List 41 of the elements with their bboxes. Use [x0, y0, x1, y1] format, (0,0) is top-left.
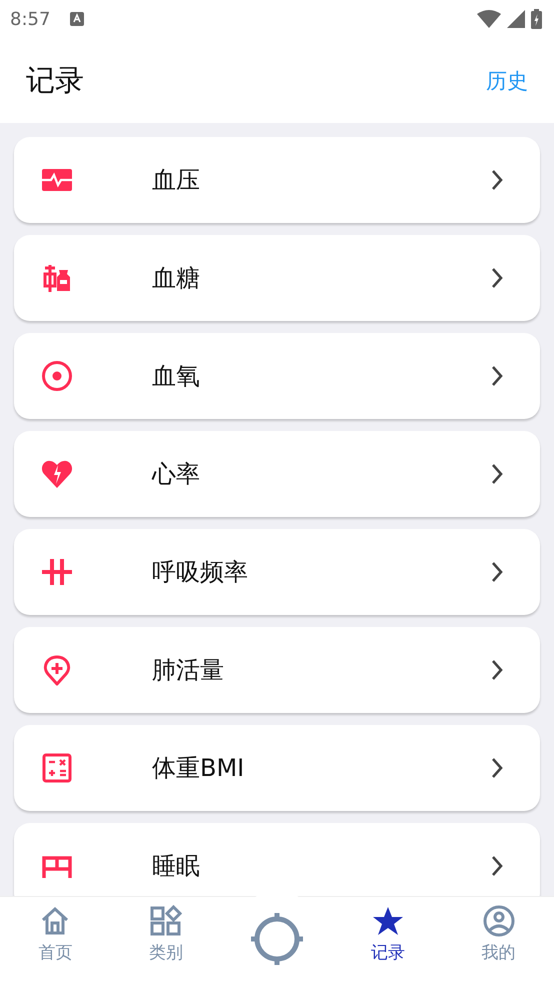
calc-icon — [41, 752, 73, 784]
chevron-right-icon — [490, 756, 504, 780]
signal-icon — [507, 10, 525, 28]
chevron-right-icon — [490, 560, 504, 584]
record-card[interactable]: 呼吸频率 — [14, 529, 540, 615]
record-card[interactable]: 肺活量 — [14, 627, 540, 713]
wifi-icon — [477, 10, 501, 28]
chevron-right-icon — [490, 658, 504, 682]
record-label: 睡眠 — [152, 851, 201, 882]
crosshair-button[interactable] — [248, 911, 305, 967]
target-icon — [41, 360, 73, 392]
chevron-right-icon — [490, 168, 504, 192]
grid-icon — [150, 905, 182, 937]
heart-icon — [41, 458, 73, 490]
record-card[interactable]: 血糖 — [14, 235, 540, 321]
record-card[interactable]: 睡眠 — [14, 823, 540, 896]
star-icon — [372, 905, 404, 937]
battery-icon — [531, 9, 542, 29]
chevron-right-icon — [490, 266, 504, 290]
record-label: 心率 — [152, 459, 201, 490]
record-card[interactable]: 体重BMI — [14, 725, 540, 811]
record-label: 血糖 — [152, 263, 201, 294]
user-icon — [482, 905, 515, 937]
record-label: 体重BMI — [152, 753, 246, 784]
page-title: 记录 — [26, 62, 84, 98]
nav-tab[interactable]: 记录 — [332, 897, 444, 984]
pin-icon — [41, 654, 73, 686]
record-label: 血氧 — [152, 361, 201, 392]
record-label: 血压 — [152, 165, 201, 196]
bars-icon — [41, 556, 73, 588]
record-label: 呼吸频率 — [152, 557, 249, 588]
chevron-right-icon — [490, 462, 504, 486]
record-card[interactable]: 血氧 — [14, 333, 540, 419]
chevron-right-icon — [490, 854, 504, 878]
keyboard-notification-icon — [70, 12, 84, 26]
syringe-icon — [41, 262, 73, 294]
record-card[interactable]: 心率 — [14, 431, 540, 517]
chevron-right-icon — [490, 364, 504, 388]
status-time: 8:57 — [10, 8, 50, 30]
record-label: 肺活量 — [152, 655, 225, 686]
record-card[interactable]: 血压 — [14, 137, 540, 223]
